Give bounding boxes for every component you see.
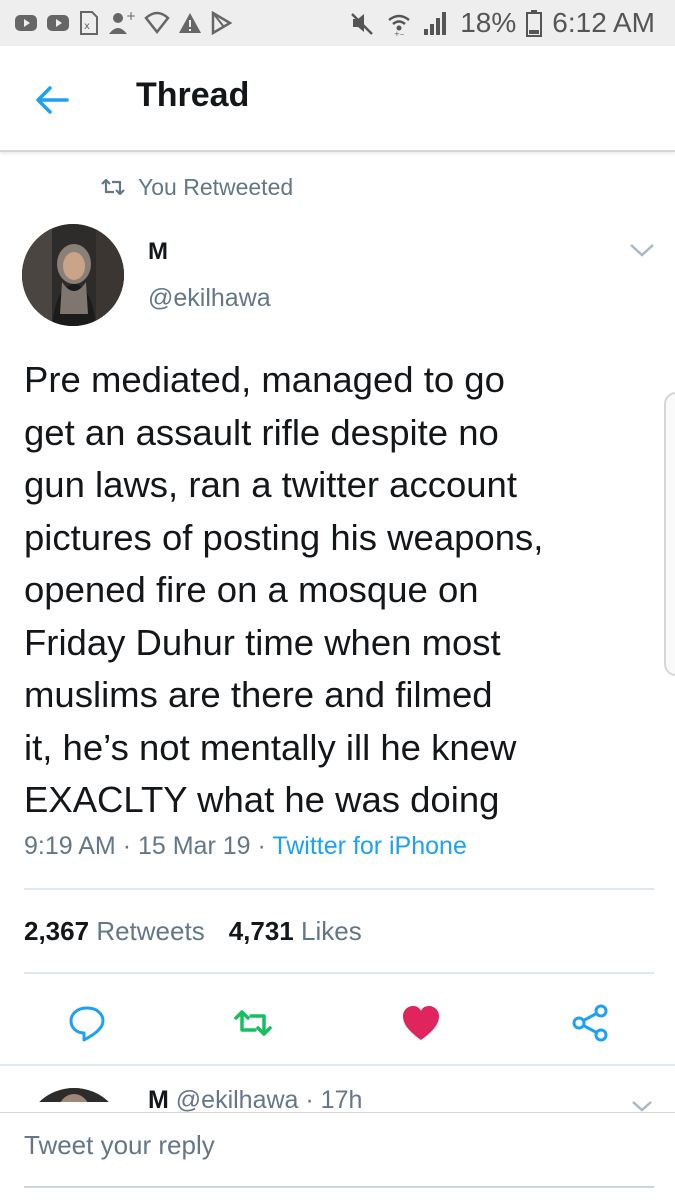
retweet-button[interactable] xyxy=(228,998,278,1048)
retweet-context: You Retweeted xyxy=(100,170,293,204)
svg-text:x: x xyxy=(84,21,90,32)
share-button[interactable] xyxy=(565,998,615,1048)
tweet-time: 9:19 AM xyxy=(24,832,116,860)
likes-label: Likes xyxy=(301,916,362,946)
heart-icon xyxy=(403,1006,439,1040)
retweet-icon xyxy=(234,1010,272,1036)
likes-stat[interactable]: 4,731 Likes xyxy=(229,916,362,947)
battery-percent: 18% xyxy=(460,7,517,38)
next-tweet-age: 17h xyxy=(320,1086,363,1114)
tweet-text: Pre mediated, managed to go get an assau… xyxy=(24,359,544,820)
app-header: Thread xyxy=(0,46,675,152)
retweets-stat[interactable]: 2,367 Retweets xyxy=(24,916,205,947)
notification-icons: x + xyxy=(14,8,232,38)
youtube-icon xyxy=(14,13,38,33)
reply-input[interactable]: Tweet your reply xyxy=(24,1130,634,1178)
likes-count: 4,731 xyxy=(228,916,294,946)
meta-separator: · xyxy=(305,1086,321,1114)
sim-card-icon: x xyxy=(78,10,100,36)
system-indicators: +‒ 18% 6:12 AM xyxy=(350,4,655,42)
next-tweet-author-name: M xyxy=(148,1086,169,1114)
meta-separator: · xyxy=(257,832,273,860)
scroll-handle[interactable] xyxy=(664,392,675,676)
retweet-context-label: You Retweeted xyxy=(138,173,294,200)
retweet-icon xyxy=(101,178,125,196)
signal-icon xyxy=(422,9,450,37)
next-tweet-header[interactable]: M @ekilhawa · 17h xyxy=(148,1086,362,1115)
page-title: Thread xyxy=(136,76,250,114)
playstore-icon xyxy=(210,11,232,35)
tweet-actions xyxy=(0,994,675,1050)
retweets-count: 2,367 xyxy=(24,916,90,946)
add-person-icon: + xyxy=(108,10,136,36)
tweet-meta: 9:19 AM · 15 Mar 19 · Twitter for iPhone xyxy=(24,832,467,861)
svg-text:+: + xyxy=(126,10,136,23)
chevron-down-icon xyxy=(630,244,654,257)
warning-icon xyxy=(178,11,202,35)
reply-button[interactable] xyxy=(62,998,112,1048)
avatar[interactable] xyxy=(22,224,124,326)
tweet-date: 15 Mar 19 xyxy=(137,832,251,860)
clock: 6:12 AM xyxy=(552,7,655,38)
tweet-menu-button[interactable] xyxy=(628,240,656,260)
divider xyxy=(0,1064,675,1066)
back-button[interactable] xyxy=(28,76,76,124)
author-name[interactable]: M xyxy=(148,238,168,266)
vpn-shield-icon xyxy=(144,10,170,36)
meta-separator: · xyxy=(122,832,138,860)
avatar-image xyxy=(22,224,124,326)
like-button[interactable] xyxy=(396,998,446,1048)
tweet-source-link[interactable]: Twitter for iPhone xyxy=(272,832,467,860)
tweet-stats: 2,367 Retweets 4,731 Likes xyxy=(24,916,362,947)
battery-icon xyxy=(526,9,543,37)
status-bar: x + +‒ 18% 6:12 AM xyxy=(0,0,675,46)
retweets-label: Retweets xyxy=(96,916,205,946)
reply-icon xyxy=(69,1006,105,1042)
svg-text:+‒: +‒ xyxy=(394,30,405,36)
next-tweet-author-handle: @ekilhawa xyxy=(175,1086,299,1114)
reply-input-underline xyxy=(24,1186,654,1188)
back-arrow-icon xyxy=(36,86,69,114)
share-icon xyxy=(572,1004,608,1042)
mute-icon xyxy=(350,10,376,36)
divider xyxy=(24,972,654,974)
wifi-icon: +‒ xyxy=(386,10,412,36)
divider xyxy=(24,888,654,890)
youtube-icon xyxy=(46,13,70,33)
author-handle[interactable]: @ekilhawa xyxy=(148,284,271,313)
